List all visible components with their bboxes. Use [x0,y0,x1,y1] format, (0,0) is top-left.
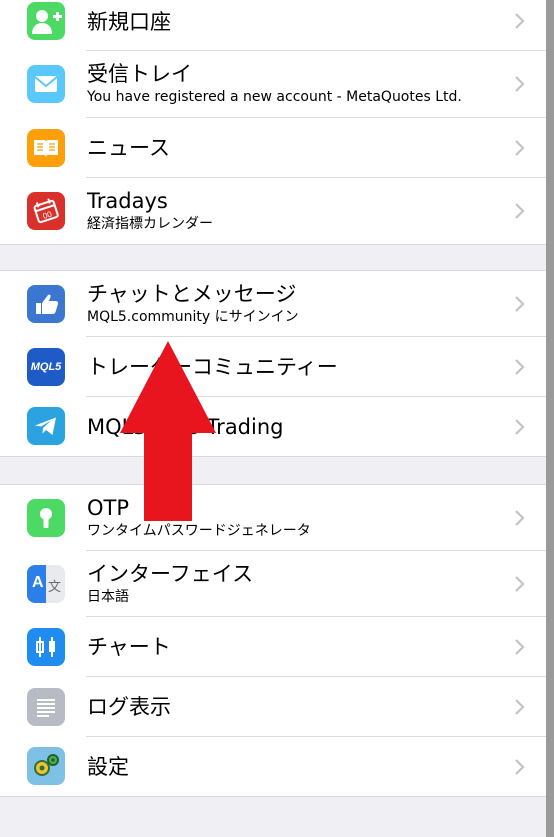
chevron-right-icon [515,639,525,655]
chevron-right-icon [515,419,525,435]
menu-item-chat[interactable]: チャットとメッセージ MQL5.community にサインイン [0,271,546,337]
menu-item-title: ログ表示 [87,695,171,719]
menu-section-accounts: 新規口座 受信トレイ You have registered a new acc… [0,0,546,245]
candlestick-icon [27,628,65,666]
menu-item-subtitle: You have registered a new account - Meta… [87,89,462,105]
add-account-icon [27,2,65,40]
translate-kanji-glyph: 文 [47,580,61,595]
settings-gears-icon [27,747,65,785]
translate-icon: A 文 [27,565,65,603]
menu-section-community: チャットとメッセージ MQL5.community にサインイン MQL5 トレ… [0,270,546,457]
menu-item-tradays[interactable]: 00 Tradays 経済指標カレンダー [0,178,546,244]
menu-item-subtitle: MQL5.community にサインイン [87,309,299,325]
menu-item-trader-community[interactable]: MQL5 トレーダーコミュニティー [0,337,546,397]
menu-item-inbox[interactable]: 受信トレイ You have registered a new account … [0,51,546,118]
chevron-right-icon [515,140,525,156]
menu-item-title: インターフェイス [87,562,254,586]
menu-item-algo-trading[interactable]: MQL5 Algo Trading [0,397,546,456]
red-up-arrow-icon [120,341,216,521]
scroll-edge [546,0,554,837]
chevron-right-icon [515,699,525,715]
tradays-calendar-icon: 00 [27,192,65,230]
menu-item-title: ニュース [87,136,170,160]
menu-item-subtitle: 経済指標カレンダー [87,216,213,232]
menu-item-title: チャットとメッセージ [87,282,297,306]
chevron-right-icon [515,359,525,375]
log-list-icon [27,688,65,726]
menu-item-title: 設定 [87,755,129,779]
chevron-right-icon [515,296,525,312]
menu-page: 新規口座 受信トレイ You have registered a new acc… [0,0,546,837]
menu-item-otp[interactable]: OTP ワンタイムパスワードジェネレータ [0,485,546,551]
menu-item-title: 新規口座 [87,10,171,34]
chevron-right-icon [515,510,525,526]
mail-icon [27,65,65,103]
menu-item-title: Tradays [87,189,168,213]
mql5-badge-text: MQL5 [30,361,62,373]
chevron-right-icon [515,759,525,775]
menu-item-log[interactable]: ログ表示 [0,677,546,737]
chevron-right-icon [515,76,525,92]
menu-item-subtitle: ワンタイムパスワードジェネレータ [87,523,311,539]
menu-item-new-account[interactable]: 新規口座 [0,0,546,51]
menu-item-title: チャート [87,635,171,659]
mql5-logo-icon: MQL5 [27,348,65,386]
menu-section-tools: OTP ワンタイムパスワードジェネレータ A 文 インターフェイス 日本語 チャ… [0,484,546,797]
menu-item-title: 受信トレイ [87,62,192,86]
keyhole-icon [27,499,65,537]
book-icon [27,129,65,167]
telegram-icon [27,407,65,445]
chevron-right-icon [515,203,525,219]
thumbs-chat-icon [27,285,65,323]
chevron-right-icon [515,576,525,592]
chevron-right-icon [515,13,525,29]
menu-item-news[interactable]: ニュース [0,118,546,178]
menu-item-charts[interactable]: チャート [0,617,546,677]
menu-item-settings[interactable]: 設定 [0,737,546,796]
menu-item-subtitle: 日本語 [87,589,129,605]
menu-item-interface[interactable]: A 文 インターフェイス 日本語 [0,551,546,617]
translate-letter-a: A [32,574,44,591]
